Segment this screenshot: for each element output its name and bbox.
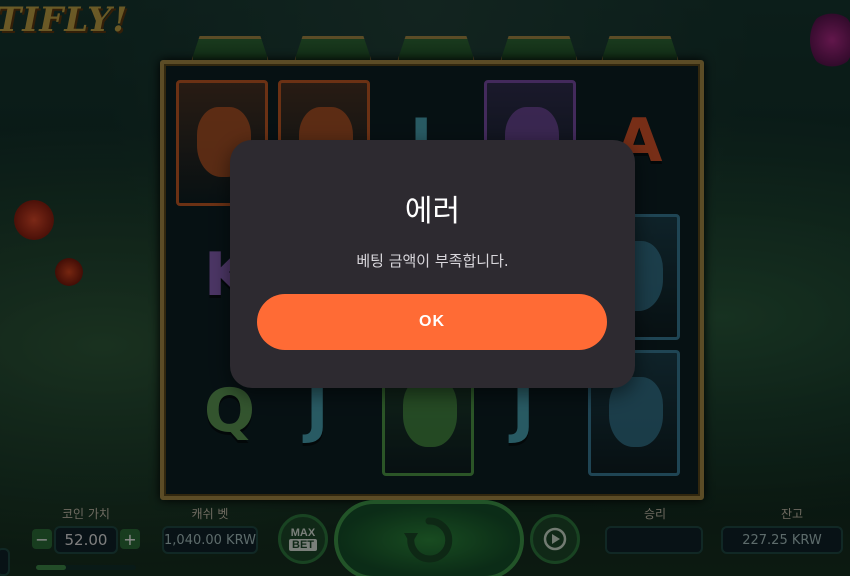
dialog-title: 에러: [404, 194, 461, 229]
dialog-message: 베팅 금액이 부족합니다.: [356, 252, 509, 270]
error-dialog: 에러 베팅 금액이 부족합니다. OK: [230, 140, 635, 388]
ok-button[interactable]: OK: [257, 294, 607, 350]
